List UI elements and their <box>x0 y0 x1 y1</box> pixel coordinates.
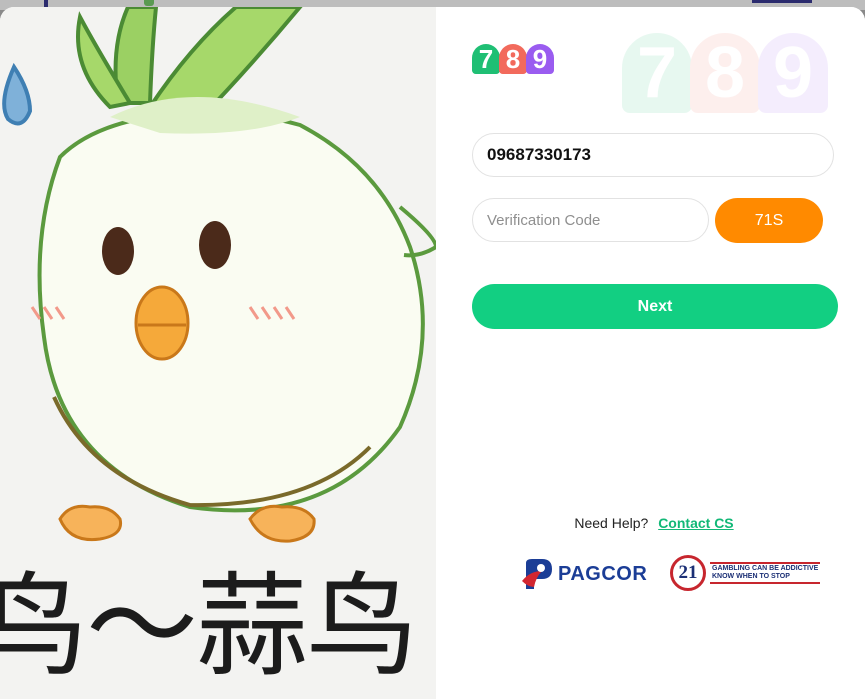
watermark-digit: 9 <box>758 33 828 113</box>
brand-logo: 7 8 9 <box>472 44 554 76</box>
sticker-caption: 鸟～蒜鸟 <box>0 562 418 692</box>
backdrop-mark <box>144 0 154 6</box>
resend-countdown-button[interactable]: 71S <box>715 198 823 243</box>
pagcor-emblem-icon <box>522 559 552 589</box>
login-modal: 鸟～蒜鸟 7 8 9 7 8 9 71S Next Need Help? Con… <box>0 7 865 699</box>
backdrop-mark <box>752 0 812 3</box>
login-panel: 7 8 9 7 8 9 71S Next Need Help? Contact … <box>436 7 865 699</box>
phone-field[interactable] <box>472 133 834 177</box>
help-section: Need Help? Contact CS <box>436 515 865 531</box>
logo-digit: 9 <box>526 44 554 74</box>
logo-digit: 7 <box>472 44 500 74</box>
rg-line-1: GAMBLING CAN BE ADDICTIVE <box>712 565 819 572</box>
rg-line-2: KNOW WHEN TO STOP <box>712 573 790 580</box>
partner-logos: PAGCOR 21 GAMBLING CAN BE ADDICTIVE KNOW… <box>436 553 865 597</box>
responsible-gaming-text: GAMBLING CAN BE ADDICTIVE KNOW WHEN TO S… <box>710 562 821 584</box>
verification-code-field[interactable] <box>472 198 709 242</box>
age-limit-icon: 21 <box>670 555 706 591</box>
help-prompt: Need Help? <box>574 515 649 531</box>
brand-watermark: 7 8 9 <box>622 33 828 113</box>
pagcor-logo: PAGCOR <box>520 557 647 591</box>
verification-code-input[interactable] <box>485 210 708 230</box>
contact-cs-link[interactable]: Contact CS <box>658 515 733 531</box>
logo-digit: 8 <box>499 44 527 74</box>
sticker-illustration: 鸟～蒜鸟 <box>0 7 436 699</box>
watermark-digit: 8 <box>690 33 760 113</box>
pagcor-label: PAGCOR <box>558 562 648 585</box>
watermark-digit: 7 <box>622 33 692 113</box>
age-limit-number: 21 <box>678 562 698 583</box>
next-button[interactable]: Next <box>472 284 838 329</box>
responsible-gaming-badge: 21 GAMBLING CAN BE ADDICTIVE KNOW WHEN T… <box>670 553 821 593</box>
phone-input[interactable] <box>485 144 833 166</box>
